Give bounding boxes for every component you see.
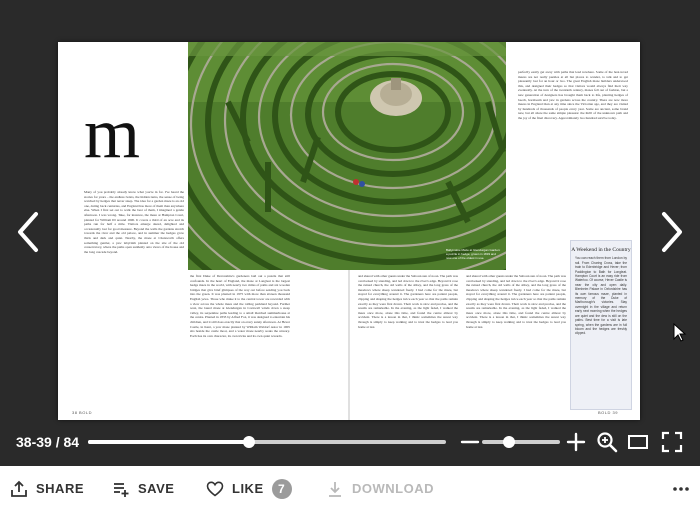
- sidebar-body: You can reach them from London by rail. …: [575, 256, 627, 336]
- next-page-button[interactable]: [658, 210, 686, 254]
- article-column-5: and shared with other guests under the S…: [466, 274, 566, 329]
- zoom-in-button[interactable]: [564, 430, 588, 454]
- heart-icon: [206, 480, 224, 497]
- more-options-button[interactable]: [672, 466, 690, 511]
- maze-photo: [188, 42, 506, 270]
- photo-caption: Ballymaloe Maze at Glendurgan Garden: a …: [446, 248, 501, 260]
- fullscreen-button[interactable]: [660, 430, 684, 454]
- folio-left: 38 BOLD: [72, 410, 92, 415]
- action-bar: SHARE SAVE LIKE 7 DOWNLOAD: [0, 466, 700, 511]
- download-label: DOWNLOAD: [352, 481, 434, 496]
- folio-right: BOLD 39: [598, 410, 618, 415]
- share-label: SHARE: [36, 481, 85, 496]
- zoom-magnifier-icon: [597, 432, 618, 453]
- article-column-3: and shared with other guests under the S…: [358, 274, 458, 329]
- drop-letter: m: [84, 93, 140, 173]
- add-to-list-icon: [114, 482, 129, 497]
- viewer-controls: 38-39 / 84: [0, 424, 700, 460]
- chevron-left-icon: [18, 212, 38, 252]
- magazine-spread[interactable]: Ballymaloe Maze at Glendurgan Garden: a …: [58, 42, 640, 420]
- save-label: SAVE: [138, 481, 175, 496]
- download-button[interactable]: DOWNLOAD: [326, 466, 434, 511]
- page-slider[interactable]: [88, 436, 446, 448]
- share-button[interactable]: SHARE: [10, 466, 84, 511]
- plus-icon: [566, 432, 586, 452]
- zoom-slider-handle[interactable]: [503, 436, 516, 448]
- mouse-cursor-icon: [673, 323, 687, 342]
- zoom-out-button[interactable]: [458, 430, 482, 454]
- chevron-right-icon: [662, 212, 682, 252]
- like-label: LIKE: [232, 481, 264, 496]
- page-indicator: 38-39 / 84: [16, 434, 80, 450]
- single-page-view-button[interactable]: [626, 430, 650, 454]
- like-button[interactable]: LIKE 7: [206, 466, 292, 511]
- minus-icon: [460, 440, 480, 444]
- download-icon: [329, 481, 341, 497]
- previous-page-button[interactable]: [14, 210, 42, 254]
- article-column-2: the first Duke of Devonshire's gardeners…: [190, 274, 290, 338]
- more-dots-icon: [673, 486, 689, 491]
- share-icon: [11, 480, 27, 497]
- magazine-viewer: Ballymaloe Maze at Glendurgan Garden: a …: [0, 0, 700, 466]
- page-slider-handle[interactable]: [243, 436, 256, 448]
- article-column-4: perfectly easily get away with paths tha…: [518, 70, 628, 120]
- zoom-slider[interactable]: [482, 436, 560, 448]
- page-view-icon: [628, 435, 648, 449]
- article-column-1: Many of you probably already know what y…: [84, 190, 184, 254]
- sidebar-title: A Weekend in the Country: [571, 247, 631, 253]
- weekend-sidebar-box: A Weekend in the Country You can reach t…: [570, 240, 632, 410]
- save-button[interactable]: SAVE: [112, 466, 174, 511]
- fullscreen-icon: [661, 431, 683, 453]
- page-slider-fill: [88, 440, 250, 444]
- like-count-badge: 7: [271, 478, 292, 499]
- magnifier-button[interactable]: [595, 430, 619, 454]
